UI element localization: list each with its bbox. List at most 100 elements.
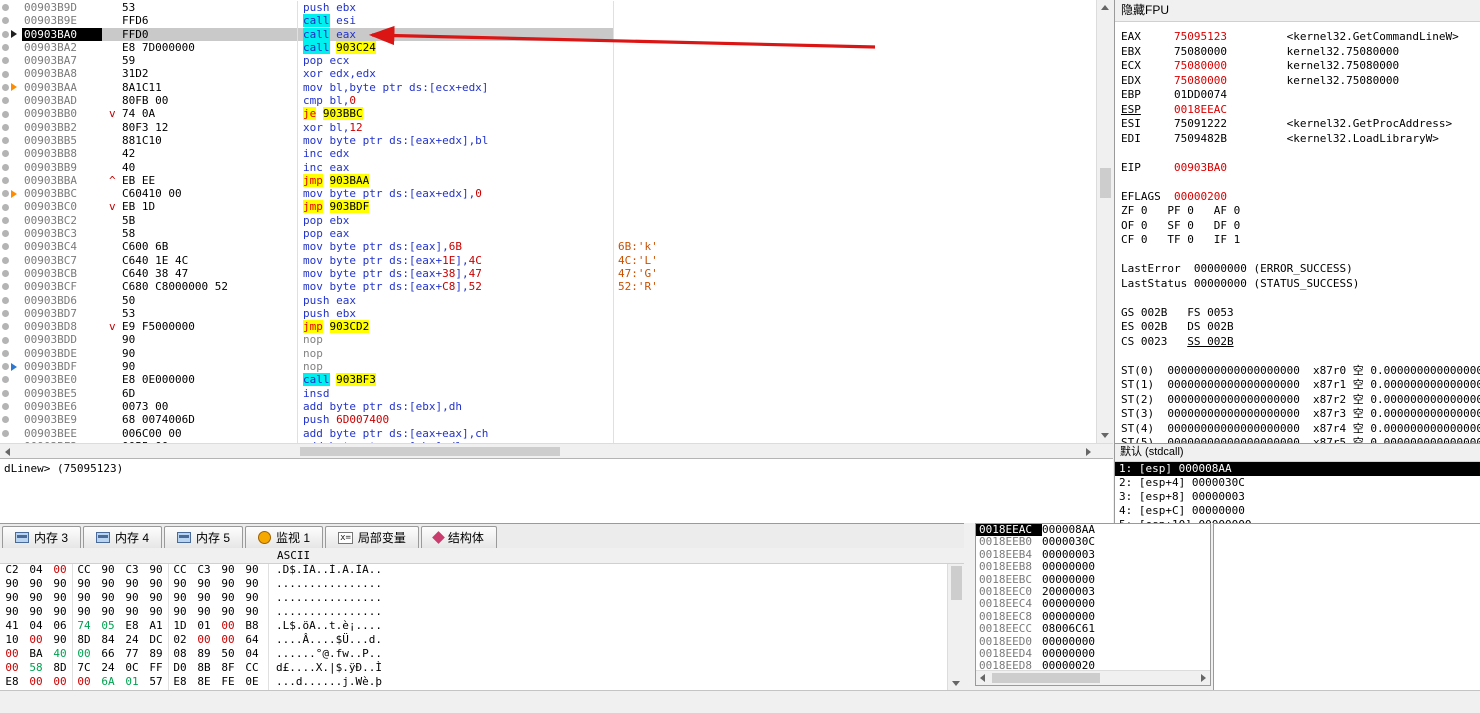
dump-row[interactable]: 4104067405E8A11D0100B8.L$.öA..t.è¡.... [0,619,947,633]
register-line[interactable]: ST(5) 00000000000000000000 x87r5 空 0.000… [1121,436,1480,443]
scroll-down-icon[interactable] [1101,433,1109,438]
disassembly-row[interactable]: 00903BE56Dinsd [0,387,1096,400]
scroll-up-icon[interactable] [1101,5,1109,10]
scroll-right-icon[interactable] [1086,448,1091,456]
tab-5[interactable]: x=局部变量 [325,526,419,548]
register-line[interactable] [1121,248,1480,263]
breakpoint-gutter[interactable] [0,254,22,267]
register-line[interactable] [1121,349,1480,364]
stack-row[interactable]: 0018EEB800000000 [976,561,1210,573]
hide-fpu-button[interactable]: 隐藏FPU [1115,0,1480,22]
breakpoint-gutter[interactable] [0,134,22,147]
breakpoint-gutter[interactable] [0,307,22,320]
disassembly-row[interactable]: 00903BA759pop ecx [0,54,1096,67]
dump-row[interactable]: 9090909090909090909090................ [0,605,947,619]
breakpoint-gutter[interactable] [0,161,22,174]
breakpoint-gutter[interactable] [0,200,22,213]
disassembly-row[interactable]: 00903BBA^EB EEjmp 903BAA [0,174,1096,187]
register-line[interactable] [1121,146,1480,161]
tab-1[interactable]: 内存 3 [2,526,81,548]
stack-horizontal-scrollbar[interactable] [976,670,1210,685]
register-line[interactable] [1121,291,1480,306]
disassembly-row[interactable]: 00903BD753push ebx [0,307,1096,320]
scroll-left-icon[interactable] [980,674,985,682]
register-line[interactable]: ST(1) 00000000000000000000 x87r1 空 0.000… [1121,378,1480,393]
disassembly-row[interactable]: 00903BAD80FB 00cmp bl,0 [0,94,1096,107]
scrollbar-thumb[interactable] [951,566,962,600]
argument-row[interactable]: 4: [esp+C] 00000000 [1115,504,1480,518]
register-line[interactable]: ST(0) 00000000000000000000 x87r0 空 0.000… [1121,364,1480,379]
calling-convention-selector[interactable]: 默认 (stdcall) [1115,444,1480,462]
dump-row[interactable]: 9090909090909090909090................ [0,577,947,591]
breakpoint-gutter[interactable] [0,174,22,187]
register-line[interactable]: ST(4) 00000000000000000000 x87r4 空 0.000… [1121,422,1480,437]
disassembly-row[interactable]: 00903BEE006C00 00add byte ptr ds:[eax+ea… [0,427,1096,440]
breakpoint-gutter[interactable] [0,360,22,373]
register-line[interactable]: EDX 75080000 kernel32.75080000 [1121,74,1480,89]
breakpoint-gutter[interactable] [0,214,22,227]
argument-row[interactable]: 3: [esp+8] 00000003 [1115,490,1480,504]
register-line[interactable]: LastStatus 00000000 (STATUS_SUCCESS) [1121,277,1480,292]
dump-row[interactable]: 9090909090909090909090................ [0,591,947,605]
disassembly-row[interactable]: 00903BCFC680 C8000000 52mov byte ptr ds:… [0,280,1096,293]
tab-6[interactable]: 结构体 [421,526,497,548]
breakpoint-gutter[interactable] [0,267,22,280]
disassembly-row[interactable]: 00903BB0v74 0Aje 903BBC [0,107,1096,120]
breakpoint-gutter[interactable] [0,54,22,67]
breakpoint-gutter[interactable] [0,94,22,107]
scroll-right-icon[interactable] [1201,674,1206,682]
disassembly-row[interactable]: 00903BAA8A1C11mov bl,byte ptr ds:[ecx+ed… [0,81,1096,94]
breakpoint-gutter[interactable] [0,14,22,27]
breakpoint-gutter[interactable] [0,413,22,426]
breakpoint-gutter[interactable] [0,67,22,80]
register-line[interactable]: ESI 75091222 <kernel32.GetProcAddress> [1121,117,1480,132]
dump-vertical-scrollbar[interactable] [947,548,964,690]
register-line[interactable]: ESP 0018EEAC [1121,103,1480,118]
register-line[interactable]: OF 0 SF 0 DF 0 [1121,219,1480,234]
register-line[interactable]: EAX 75095123 <kernel32.GetCommandLineW> [1121,30,1480,45]
disassembly-row[interactable]: 00903BE968 0074006Dpush 6D007400 [0,413,1096,426]
register-line[interactable]: LastError 00000000 (ERROR_SUCCESS) [1121,262,1480,277]
stack-row[interactable]: 0018EEB00000030C [976,536,1210,548]
disassembly-row[interactable]: 00903BC358pop eax [0,227,1096,240]
disassembly-row[interactable]: 00903BC0vEB 1Djmp 903BDF [0,200,1096,213]
scroll-left-icon[interactable] [5,448,10,456]
breakpoint-gutter[interactable] [0,28,22,41]
disassembly-row[interactable]: 00903BA0FFD0call eax [0,28,1096,41]
breakpoint-gutter[interactable] [0,107,22,120]
disassembly-row[interactable]: 00903BB5881C10mov byte ptr ds:[eax+edx],… [0,134,1096,147]
register-line[interactable]: CS 0023 SS 002B [1121,335,1480,350]
disassembly-row[interactable]: 00903B9EFFD6call esi [0,14,1096,27]
stack-row[interactable]: 0018EEC400000000 [976,598,1210,610]
breakpoint-gutter[interactable] [0,81,22,94]
disassembly-row[interactable]: 00903BC7C640 1E 4Cmov byte ptr ds:[eax+1… [0,254,1096,267]
disassembly-row[interactable]: 00903BD650push eax [0,294,1096,307]
register-line[interactable]: EIP 00903BA0 [1121,161,1480,176]
stack-row[interactable]: 0018EECC08006C61 [976,623,1210,635]
breakpoint-gutter[interactable] [0,280,22,293]
scrollbar-thumb[interactable] [1100,168,1111,198]
disassembly-row[interactable]: 00903BB280F3 12xor bl,12 [0,121,1096,134]
breakpoint-gutter[interactable] [0,227,22,240]
disassembly-row[interactable]: 00903BDF90nop [0,360,1096,373]
disassembly-row[interactable]: 00903BE0E8 0E000000call 903BF3 [0,373,1096,386]
register-line[interactable]: EDI 7509482B <kernel32.LoadLibraryW> [1121,132,1480,147]
tab-2[interactable]: 内存 4 [83,526,162,548]
disassembly-row[interactable]: 00903BA831D2xor edx,edx [0,67,1096,80]
breakpoint-gutter[interactable] [0,320,22,333]
dump-row[interactable]: 00588D7C240CFFD08B8FCCd£....X.|$.ÿÐ..Ì [0,661,947,675]
disasm-vertical-scrollbar[interactable] [1096,0,1113,443]
scrollbar-thumb[interactable] [300,447,560,456]
breakpoint-gutter[interactable] [0,240,22,253]
disassembly-row[interactable]: 00903BE60073 00add byte ptr ds:[ebx],dh [0,400,1096,413]
argument-row[interactable]: 1: [esp] 000008AA [1115,462,1480,476]
register-line[interactable]: ST(3) 00000000000000000000 x87r3 空 0.000… [1121,407,1480,422]
breakpoint-gutter[interactable] [0,373,22,386]
disassembly-row[interactable]: 00903BC4C600 6Bmov byte ptr ds:[eax],6B6… [0,240,1096,253]
disasm-horizontal-scrollbar[interactable] [0,443,1113,458]
disassembly-row[interactable]: 00903BC25Bpop ebx [0,214,1096,227]
tab-4[interactable]: 监视 1 [245,526,323,548]
register-line[interactable]: ECX 75080000 kernel32.75080000 [1121,59,1480,74]
dump-row[interactable]: E80000006A0157E88EFE0E...d......j.Wè.þ [0,675,947,689]
dump-row[interactable]: 1000908D8424DC02000064....Â....$Ü...d. [0,633,947,647]
